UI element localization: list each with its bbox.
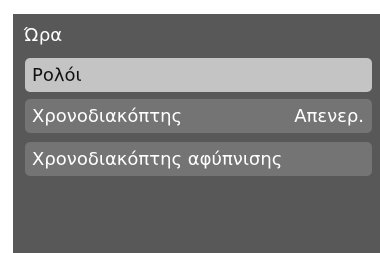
- menu-item-label: Χρονοδιακόπτης: [32, 105, 183, 127]
- time-settings-screen: Ώρα Ρολόι Χρονοδιακόπτης Απενερ. Χρονοδι…: [13, 14, 380, 253]
- menu-item-value: Απενερ.: [294, 105, 364, 127]
- menu-item-clock[interactable]: Ρολόι: [25, 58, 372, 92]
- screen-title: Ώρα: [24, 25, 63, 46]
- menu-item-wake-timer[interactable]: Χρονοδιακόπτης αφύπνισης: [25, 142, 372, 176]
- menu-item-timer[interactable]: Χρονοδιακόπτης Απενερ.: [25, 99, 372, 133]
- menu-item-label: Χρονοδιακόπτης αφύπνισης: [32, 148, 283, 170]
- menu-item-label: Ρολόι: [32, 64, 82, 86]
